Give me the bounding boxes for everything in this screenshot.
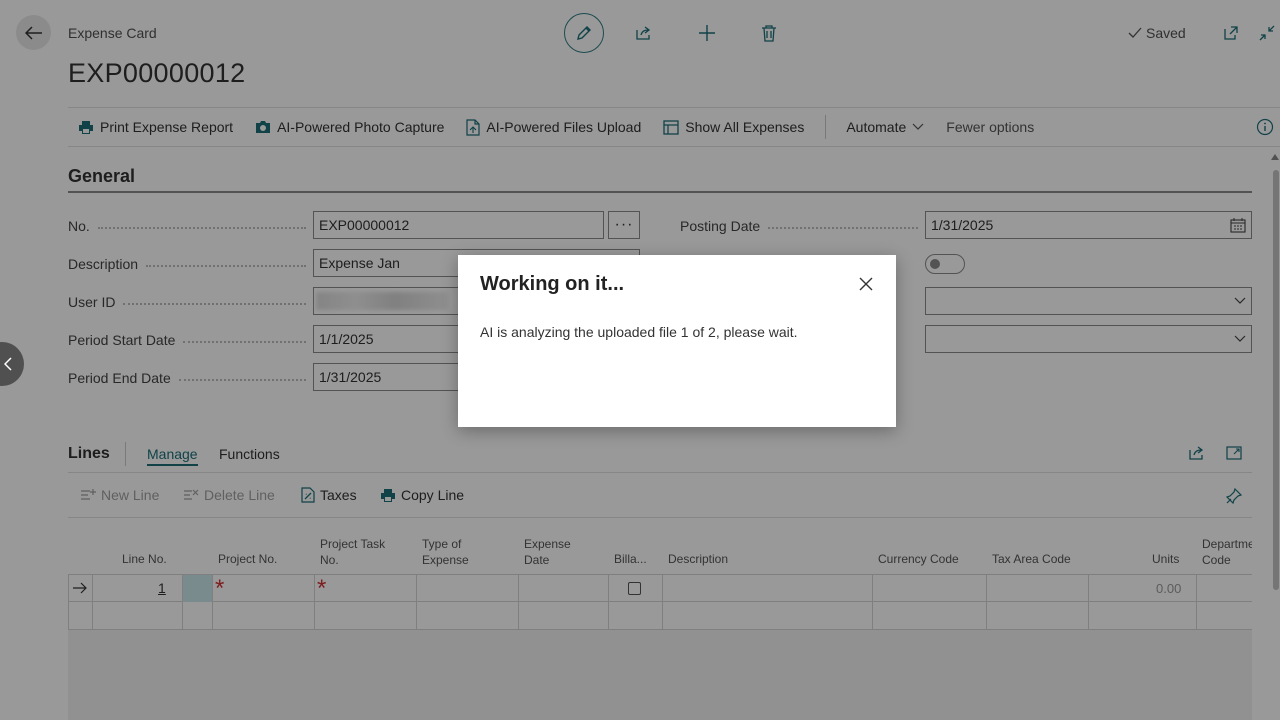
progress-dialog: Working on it... AI is analyzing the upl… [458,255,896,427]
dialog-title: Working on it... [480,273,625,295]
close-icon [859,277,873,291]
dialog-close-button[interactable] [858,276,874,292]
dialog-message: AI is analyzing the uploaded file 1 of 2… [480,324,798,340]
chevron-left-icon [4,357,12,371]
